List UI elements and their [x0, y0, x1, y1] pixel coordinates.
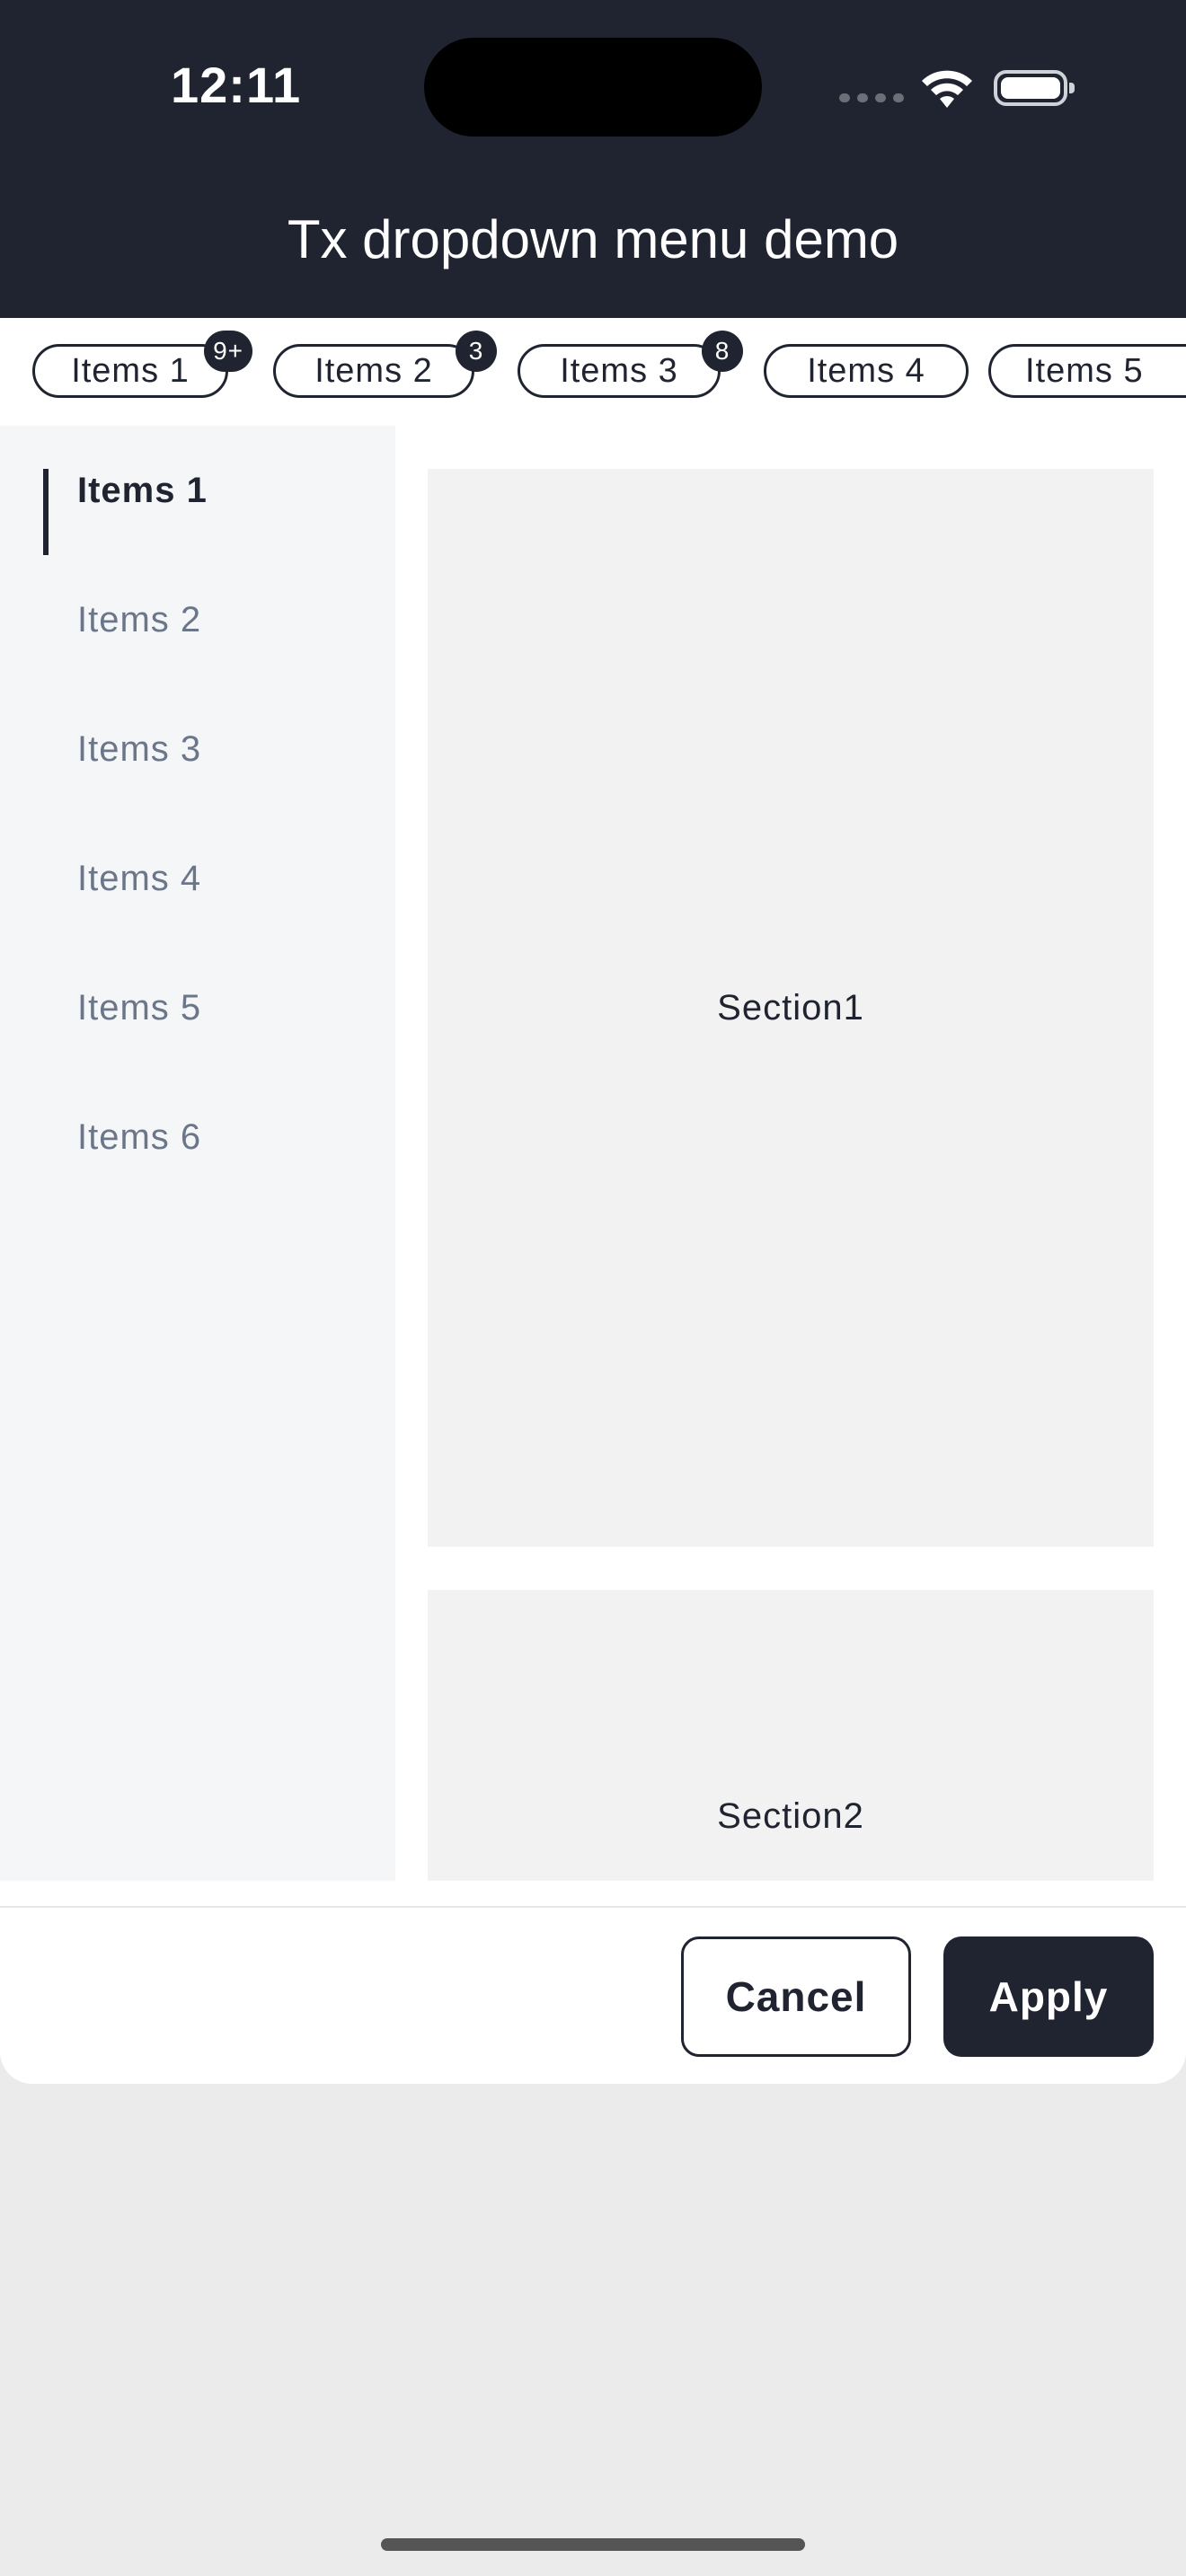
home-indicator[interactable]	[381, 2538, 805, 2551]
tab-items-3[interactable]: Items 3 8	[518, 331, 743, 398]
battery-icon	[994, 70, 1075, 106]
content-scroll-area[interactable]: Section1 Section2	[395, 426, 1186, 1881]
sidebar-item-label: Items 3	[77, 728, 202, 769]
sidebar-item-items-5[interactable]: Items 5	[0, 943, 395, 1072]
filter-tab-bar[interactable]: Items 1 9+ Items 2 3 Items 3 8 Items 4 I…	[0, 318, 1186, 426]
tab-badge: 8	[702, 331, 743, 372]
backdrop-overlay[interactable]	[0, 2084, 1186, 2576]
section-label: Section2	[717, 1796, 864, 1836]
app-header: 12:11 Tx dropdown menu demo	[0, 0, 1186, 318]
sidebar-item-items-3[interactable]: Items 3	[0, 684, 395, 814]
action-footer: Cancel Apply	[0, 1906, 1186, 2084]
tab-items-5[interactable]: Items 5	[988, 344, 1186, 398]
tab-label: Items 2	[314, 351, 433, 390]
sidebar-item-items-6[interactable]: Items 6	[0, 1072, 395, 1202]
tab-items-1[interactable]: Items 1 9+	[32, 331, 252, 398]
apply-button[interactable]: Apply	[943, 1936, 1154, 2057]
sidebar-item-label: Items 1	[77, 470, 208, 510]
sidebar-item-items-4[interactable]: Items 4	[0, 814, 395, 943]
cellular-signal-icon	[839, 93, 904, 102]
wifi-icon	[922, 70, 972, 108]
dynamic-island	[424, 38, 762, 137]
sidebar-item-label: Items 6	[77, 1116, 202, 1157]
tab-label: Items 4	[807, 351, 925, 390]
active-indicator	[43, 469, 49, 555]
tab-items-2[interactable]: Items 2 3	[273, 331, 497, 398]
tab-label: Items 5	[1025, 351, 1144, 390]
sidebar-item-label: Items 4	[77, 858, 202, 898]
section-card: Section1	[428, 469, 1154, 1547]
cancel-button[interactable]: Cancel	[681, 1936, 911, 2057]
tab-label: Items 3	[560, 351, 678, 390]
sidebar-item-items-2[interactable]: Items 2	[0, 555, 395, 684]
status-time: 12:11	[171, 57, 302, 113]
sidebar-item-label: Items 5	[77, 987, 202, 1028]
page-title: Tx dropdown menu demo	[287, 209, 899, 269]
tab-badge: 3	[456, 331, 497, 372]
section-label: Section1	[717, 987, 864, 1028]
dropdown-menu-panel: Items 1 9+ Items 2 3 Items 3 8 Items 4 I…	[0, 318, 1186, 2084]
tab-items-4[interactable]: Items 4	[764, 344, 969, 398]
tab-label: Items 1	[71, 351, 190, 390]
section-card: Section2	[428, 1590, 1154, 1881]
tab-badge: 9+	[204, 331, 252, 372]
sidebar-item-items-1[interactable]: Items 1	[0, 426, 395, 555]
sidebar: Items 1 Items 2 Items 3 Items 4 Items 5 …	[0, 426, 395, 1881]
sidebar-item-label: Items 2	[77, 599, 202, 640]
